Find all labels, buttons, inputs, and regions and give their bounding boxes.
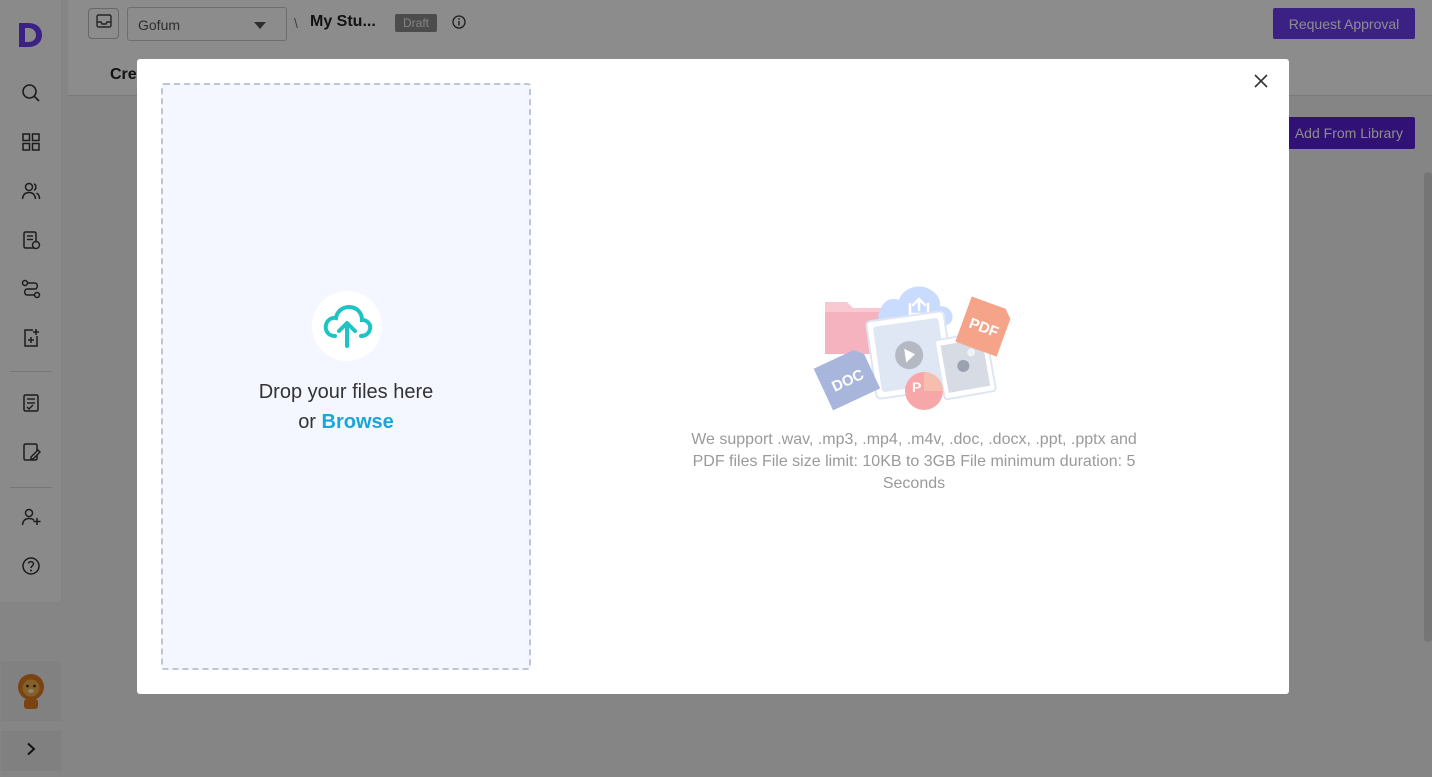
drop-instructions: Drop your files here or Browse bbox=[163, 377, 529, 437]
or-text: or bbox=[298, 411, 316, 433]
browse-link[interactable]: Browse bbox=[322, 411, 394, 433]
browse-line: or Browse bbox=[163, 407, 529, 437]
supported-formats-text: We support .wav, .mp3, .mp4, .m4v, .doc,… bbox=[691, 431, 1137, 492]
file-dropzone[interactable]: Drop your files here or Browse bbox=[161, 83, 531, 670]
close-icon bbox=[1254, 73, 1268, 93]
svg-text:P: P bbox=[912, 379, 921, 395]
ppt-file-icon: P bbox=[905, 372, 943, 410]
drop-text: Drop your files here bbox=[258, 381, 434, 403]
close-button[interactable] bbox=[1251, 73, 1271, 93]
upload-modal: Drop your files here or Browse PDF DOC P… bbox=[137, 59, 1289, 694]
file-types-illustration: PDF DOC P bbox=[813, 286, 1011, 411]
upload-cloud-icon bbox=[312, 291, 382, 361]
